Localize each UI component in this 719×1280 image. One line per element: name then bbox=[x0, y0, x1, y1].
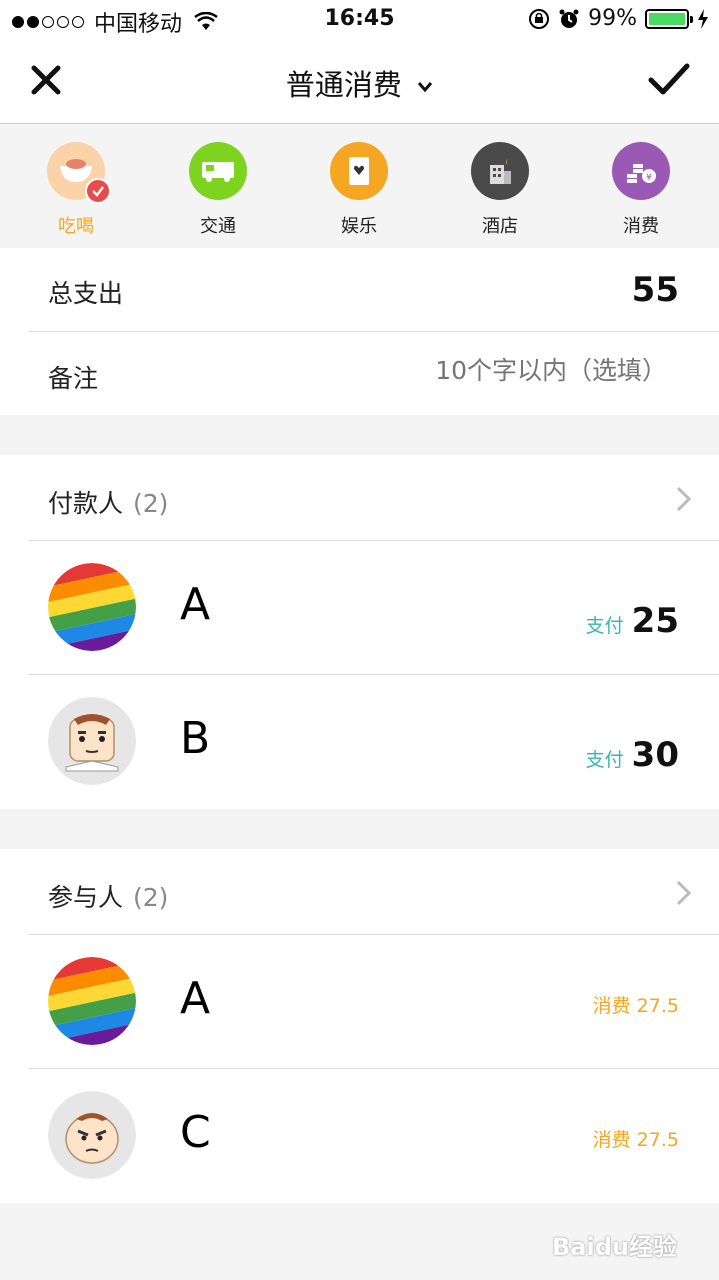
expense-type-dropdown[interactable]: 普通消费 bbox=[0, 62, 719, 104]
participant-row[interactable]: C 消费 27.5 bbox=[28, 1069, 719, 1203]
payers-header-label: 付款人 (2) bbox=[48, 484, 168, 520]
nav-bar: 普通消费 bbox=[0, 40, 719, 124]
category-entertainment[interactable]: 娱乐 bbox=[309, 142, 409, 238]
participants-title: 参与人 bbox=[48, 883, 124, 912]
category-consumption[interactable]: ¥ 消费 bbox=[591, 142, 691, 238]
category-bar: 吃喝 交通 娱乐 酒店 ¥ 消费 bbox=[0, 124, 719, 248]
pay-label: 支付 bbox=[585, 615, 624, 637]
summary-section: 总支出 55 备注 bbox=[0, 248, 719, 415]
selected-check-icon bbox=[85, 178, 111, 204]
note-label: 备注 bbox=[48, 364, 99, 393]
card-icon bbox=[330, 142, 388, 200]
hotel-icon bbox=[471, 142, 529, 200]
category-transport[interactable]: 交通 bbox=[168, 142, 268, 238]
cartoon-avatar bbox=[48, 697, 136, 785]
payer-amount: 支付 25 bbox=[586, 601, 679, 641]
check-icon[interactable] bbox=[647, 60, 691, 100]
food-icon bbox=[47, 142, 111, 204]
participant-row[interactable]: A 消费 27.5 bbox=[28, 935, 719, 1069]
coins-icon: ¥ bbox=[612, 142, 670, 200]
note-input[interactable] bbox=[367, 356, 667, 385]
category-hotel[interactable]: 酒店 bbox=[450, 142, 550, 238]
participant-name: C bbox=[180, 1107, 211, 1158]
pay-value[interactable]: 25 bbox=[632, 601, 679, 641]
watermark: Baidu经验 bbox=[552, 1233, 677, 1261]
category-food[interactable]: 吃喝 bbox=[26, 142, 126, 238]
consume-amount[interactable]: 消费 27.5 bbox=[593, 1125, 679, 1152]
battery-percent: 99% bbox=[588, 6, 637, 31]
consume-amount[interactable]: 消费 27.5 bbox=[593, 991, 679, 1018]
payer-row[interactable]: A 支付 25 bbox=[28, 541, 719, 675]
status-bar: 中国移动 16:45 99% bbox=[0, 0, 719, 40]
category-label: 娱乐 bbox=[341, 216, 377, 237]
rainbow-avatar bbox=[48, 957, 136, 1045]
chevron-down-icon bbox=[417, 82, 433, 93]
total-value[interactable]: 55 bbox=[632, 270, 679, 310]
category-label: 交通 bbox=[200, 216, 236, 237]
status-right: 99% bbox=[528, 6, 709, 31]
svg-text:¥: ¥ bbox=[646, 173, 652, 183]
rainbow-avatar bbox=[48, 563, 136, 651]
payer-row[interactable]: B 支付 30 bbox=[28, 675, 719, 809]
payer-amount: 支付 30 bbox=[586, 735, 679, 775]
charging-icon bbox=[698, 8, 708, 29]
payers-count: (2) bbox=[133, 489, 169, 518]
participants-section: 参与人 (2) A 消费 27.5 C 消费 27.5 bbox=[0, 849, 719, 1203]
pay-value[interactable]: 30 bbox=[632, 735, 679, 775]
rotation-lock-icon bbox=[529, 8, 550, 29]
participant-name: A bbox=[180, 973, 211, 1024]
pay-label: 支付 bbox=[585, 749, 624, 771]
payers-section: 付款人 (2) A 支付 25 B 支付 30 bbox=[0, 455, 719, 809]
note-row: 备注 bbox=[28, 332, 719, 415]
total-row: 总支出 55 bbox=[28, 248, 719, 332]
category-label: 酒店 bbox=[482, 216, 518, 237]
category-label: 吃喝 bbox=[58, 216, 94, 237]
total-label: 总支出 bbox=[48, 279, 124, 308]
category-label: 消费 bbox=[623, 216, 659, 237]
chevron-right-icon bbox=[676, 880, 692, 906]
payers-title: 付款人 bbox=[48, 489, 124, 518]
participants-count: (2) bbox=[133, 883, 169, 912]
payer-name: B bbox=[180, 713, 211, 764]
chevron-right-icon bbox=[676, 486, 692, 512]
battery-icon bbox=[645, 8, 693, 29]
page-title: 普通消费 bbox=[285, 68, 402, 102]
participants-header[interactable]: 参与人 (2) bbox=[28, 849, 719, 935]
payer-name: A bbox=[180, 579, 211, 630]
cartoon-avatar bbox=[48, 1091, 136, 1179]
bus-icon bbox=[189, 142, 247, 200]
participants-header-label: 参与人 (2) bbox=[48, 878, 168, 914]
payers-header[interactable]: 付款人 (2) bbox=[28, 455, 719, 541]
alarm-icon bbox=[559, 9, 579, 28]
